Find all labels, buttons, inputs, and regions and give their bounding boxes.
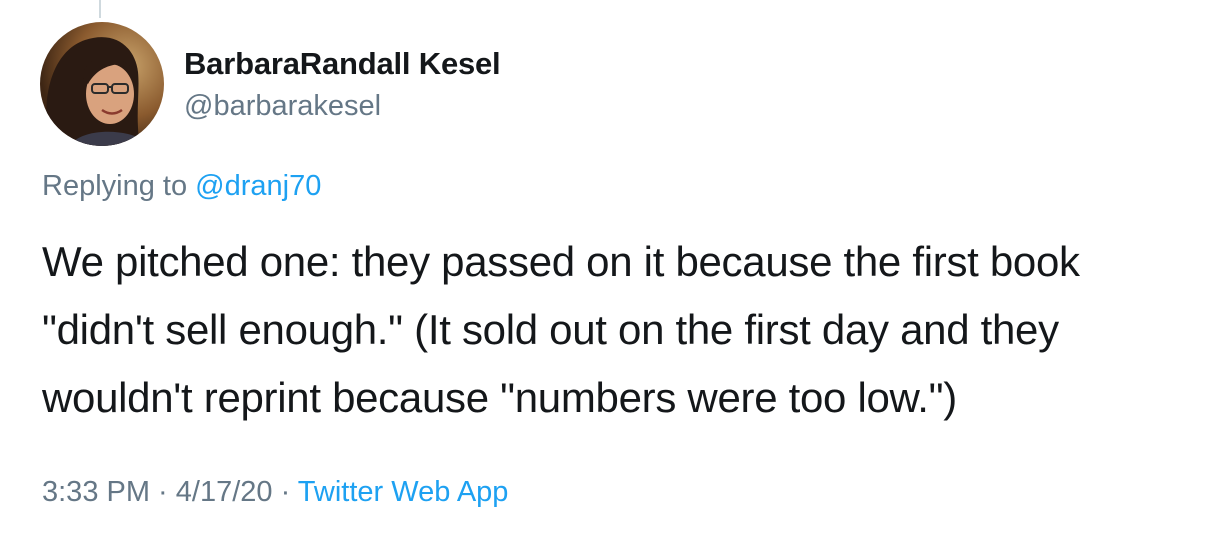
- meta-separator: ·: [272, 476, 298, 508]
- thread-connector-line: [99, 0, 101, 18]
- meta-separator: ·: [150, 476, 176, 508]
- display-name[interactable]: BarbaraRandall Kesel: [184, 46, 501, 82]
- avatar[interactable]: [40, 22, 164, 146]
- tweet-text: We pitched one: they passed on it becaus…: [42, 228, 1080, 432]
- replying-to-label: Replying to: [42, 170, 196, 202]
- tweet-time[interactable]: 3:33 PM: [42, 476, 150, 508]
- tweet-card: BarbaraRandall Kesel @barbarakesel Reply…: [0, 0, 1227, 543]
- tweet-meta: 3:33 PM · 4/17/20 · Twitter Web App: [42, 476, 508, 509]
- tweet-text-line: We pitched one: they passed on it becaus…: [42, 238, 1080, 285]
- tweet-text-line: wouldn't reprint because "numbers were t…: [42, 374, 957, 421]
- tweet-text-line: "didn't sell enough." (It sold out on th…: [42, 306, 1059, 353]
- user-handle[interactable]: @barbarakesel: [184, 90, 381, 123]
- tweet-date[interactable]: 4/17/20: [176, 476, 273, 508]
- tweet-source-link[interactable]: Twitter Web App: [298, 476, 509, 508]
- reply-mention-link[interactable]: @dranj70: [195, 170, 321, 202]
- avatar-photo: [40, 22, 164, 146]
- replying-to: Replying to @dranj70: [42, 170, 321, 203]
